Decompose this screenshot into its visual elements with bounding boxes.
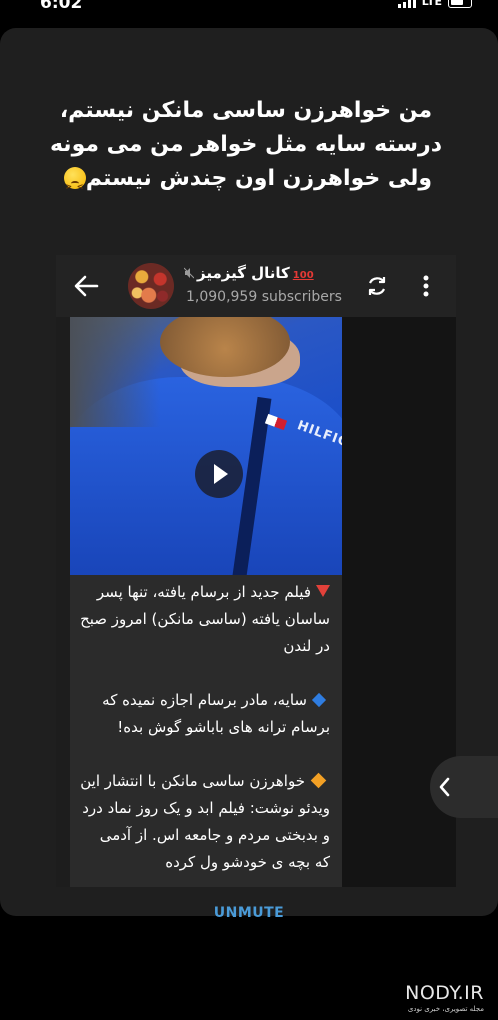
- caption-line-3: ولی خواهرزن اون چندش نیستم: [85, 166, 433, 191]
- more-options-icon[interactable]: [422, 273, 430, 299]
- post-paragraph-3: خواهرزن ساسی مانکن با انتشار این ویدئو ن…: [80, 772, 330, 871]
- channel-title[interactable]: 100کانال گیزمیز: [184, 264, 334, 282]
- subscriber-count: 1,090,959 subscribers: [186, 289, 342, 305]
- video-player[interactable]: HILFIG: [70, 317, 342, 575]
- unmute-button[interactable]: UNMUTE: [0, 905, 498, 921]
- watermark-tagline: مجله تصویری، خبری نودی: [407, 1005, 484, 1013]
- telegram-screenshot: 100کانال گیزمیز 1,090,959 subscribers HI…: [56, 255, 456, 887]
- orange-diamond-icon: [310, 772, 327, 789]
- refresh-icon[interactable]: [365, 274, 389, 298]
- play-button[interactable]: [195, 450, 243, 498]
- post-paragraph-2: سایه، مادر برسام اجازه نمیده که برسام تر…: [102, 691, 330, 736]
- channel-header: 100کانال گیزمیز 1,090,959 subscribers: [56, 255, 456, 317]
- channel-name: کانال گیزمیز: [197, 264, 290, 282]
- back-arrow-icon[interactable]: [72, 273, 100, 299]
- signal-icon: [397, 0, 416, 8]
- caption-line-1: من خواهرزن ساسی مانکن نیستم،: [59, 98, 433, 123]
- network-type: LTE: [421, 0, 442, 8]
- blue-diamond-icon: [311, 692, 327, 708]
- status-bar: 6:02 LTE: [0, 0, 498, 14]
- channel-avatar[interactable]: [128, 263, 174, 309]
- chevron-left-icon: [439, 777, 450, 797]
- mute-icon: [184, 267, 194, 279]
- watermark-logo: NODY.IR: [405, 982, 484, 1004]
- caption-line-3-wrap: ولی خواهرزن اون چندش نیستم: [30, 162, 462, 204]
- watermark: NODY.IR مجله تصویری، خبری نودی: [405, 982, 484, 1013]
- hundred-points-icon: 100: [292, 270, 314, 281]
- status-time: 6:02: [40, 0, 83, 13]
- story-caption: من خواهرزن ساسی مانکن نیستم، درسته سایه …: [30, 94, 462, 204]
- red-triangle-icon: [316, 585, 330, 597]
- next-story-button[interactable]: [430, 756, 498, 818]
- battery-icon: [448, 0, 472, 8]
- status-icons: LTE: [397, 0, 472, 8]
- post-paragraph-1: فیلم جدید از برسام یافته، تنها پسر ساسان…: [80, 583, 330, 655]
- caption-line-2: درسته سایه مثل خواهر من می مونه: [49, 132, 443, 157]
- confounded-face-icon: [63, 167, 86, 204]
- post-message: فیلم جدید از برسام یافته، تنها پسر ساسان…: [70, 575, 342, 887]
